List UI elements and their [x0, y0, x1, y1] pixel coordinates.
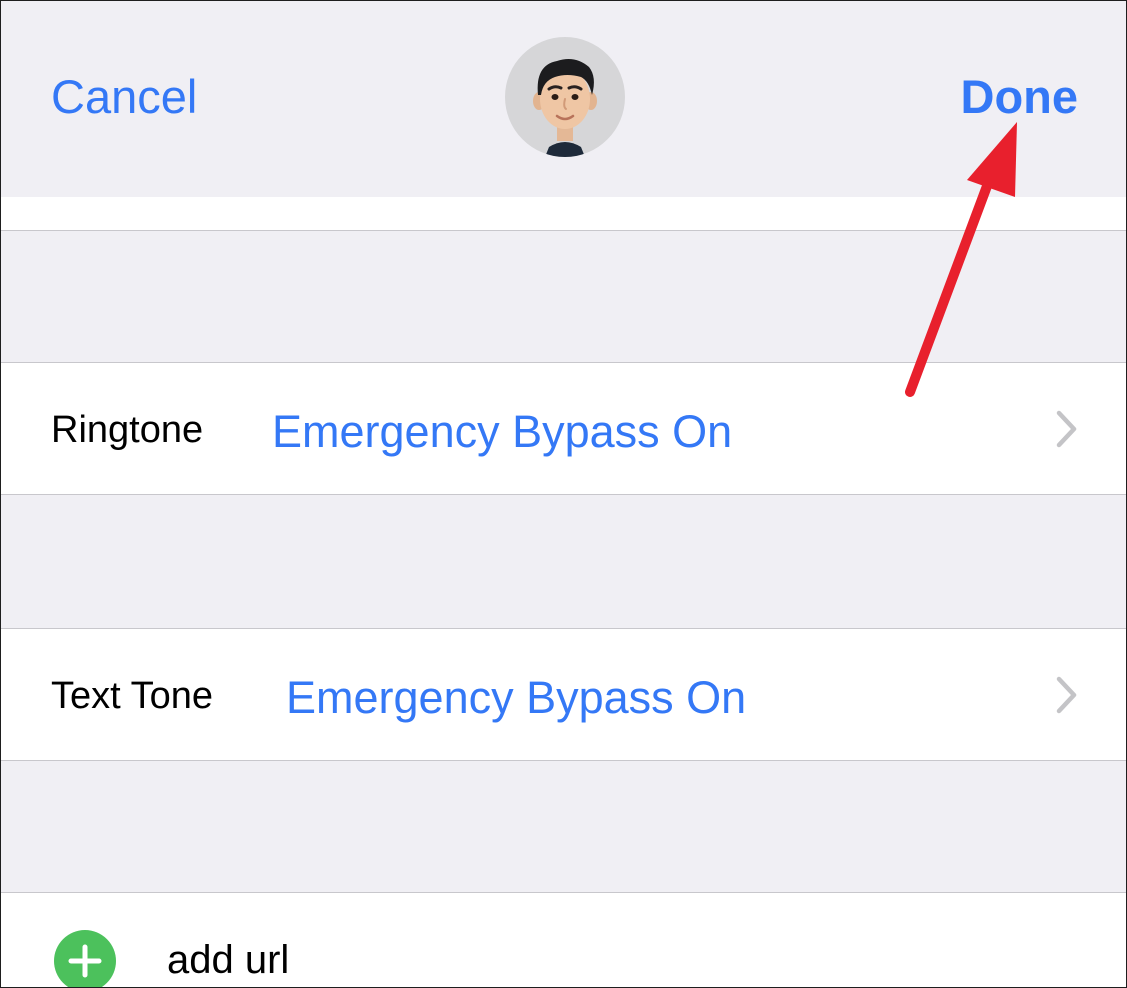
ringtone-row[interactable]: Ringtone Emergency Bypass On — [1, 363, 1126, 494]
contact-edit-screen: Cancel Done Ringtone Emergency Bypass On… — [0, 0, 1127, 988]
ringtone-label: Ringtone — [51, 409, 204, 451]
separator — [1, 230, 1126, 231]
text-tone-value: Emergency Bypass On — [286, 672, 747, 723]
separator — [1, 760, 1126, 761]
memoji-avatar-icon — [533, 59, 597, 157]
text-tone-label: Text Tone — [51, 675, 213, 717]
chevron-right-icon — [1056, 410, 1077, 448]
text-tone-row[interactable]: Text Tone Emergency Bypass On — [1, 629, 1126, 760]
ringtone-value: Emergency Bypass On — [272, 406, 733, 457]
chevron-right-icon — [1056, 676, 1077, 714]
navigation-bar: Cancel Done — [1, 1, 1126, 197]
done-button[interactable]: Done — [961, 69, 1079, 124]
add-url-button[interactable] — [54, 930, 116, 987]
add-url-label[interactable]: add url — [167, 938, 289, 983]
header-cell-bottom — [1, 197, 1126, 230]
cancel-button[interactable]: Cancel — [51, 69, 197, 124]
separator — [1, 494, 1126, 495]
contact-avatar[interactable] — [505, 37, 625, 157]
plus-icon — [68, 944, 102, 978]
